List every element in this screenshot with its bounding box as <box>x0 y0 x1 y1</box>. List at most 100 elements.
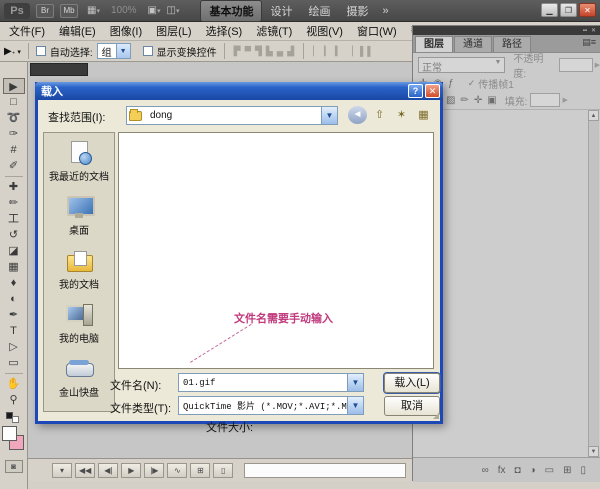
previous-frame-button[interactable]: ◀| <box>98 463 118 478</box>
collapse-panel-icon[interactable]: ▪▪ <box>583 28 587 34</box>
delete-layer-icon[interactable]: ▯ <box>580 465 586 476</box>
distribute-vertical-centers-icon[interactable]: ▎ <box>322 46 333 57</box>
workspace-overflow-chevron[interactable]: » <box>382 5 388 17</box>
animation-timeline-strip[interactable] <box>244 463 406 478</box>
close-button[interactable]: ✕ <box>579 3 596 17</box>
unify-layer-style-icon[interactable]: ƒ <box>448 78 454 89</box>
tab-layers[interactable]: 图层 <box>415 36 453 52</box>
tab-channels[interactable]: 通道 <box>454 36 492 52</box>
fill-value-box[interactable] <box>530 93 560 107</box>
load-button[interactable]: 载入(L) <box>384 373 440 393</box>
place-my-documents[interactable]: 我的文档 <box>44 241 114 295</box>
file-name-combo[interactable]: 01.gif ▼ <box>178 373 364 392</box>
distribute-bottom-edges-icon[interactable]: ▍ <box>333 46 344 57</box>
rectangle-tool[interactable]: ▭ <box>3 355 25 371</box>
close-panel-icon[interactable]: ✕ <box>591 28 596 34</box>
path-selection-tool[interactable]: ▷ <box>3 339 25 355</box>
view-extras-icon[interactable]: ▦▾ <box>87 5 100 16</box>
history-brush-tool[interactable]: ↺ <box>3 227 25 243</box>
menu-select[interactable]: 选择(S) <box>199 22 250 40</box>
scroll-down-icon[interactable]: ▼ <box>588 446 599 457</box>
align-bottom-edges-icon[interactable]: ▜ <box>253 46 264 57</box>
distribute-top-edges-icon[interactable]: ▏ <box>311 46 322 57</box>
move-tool-preset-icon[interactable]: ▶₊ ▾ <box>4 46 21 57</box>
up-one-level-icon[interactable]: ⇧ <box>370 106 389 124</box>
workspace-painting[interactable]: 绘画 <box>300 1 338 21</box>
lasso-tool[interactable]: ➰ <box>3 110 25 126</box>
layer-style-icon[interactable]: fx <box>498 465 506 476</box>
duplicate-frame-button[interactable]: ⊞ <box>190 463 210 478</box>
lock-image-pixels-icon[interactable]: ✏ <box>460 95 468 106</box>
clone-stamp-tool[interactable]: 工 <box>3 211 25 227</box>
place-desktop[interactable]: 桌面 <box>44 187 114 241</box>
workspace-essentials[interactable]: 基本功能 <box>200 0 262 22</box>
foreground-color-swatch[interactable] <box>2 426 17 441</box>
new-layer-icon[interactable]: ⊞ <box>563 465 571 476</box>
restore-button[interactable]: ❐ <box>560 3 577 17</box>
distribute-horizontal-centers-icon[interactable]: ▐ <box>355 46 365 57</box>
file-list-area[interactable] <box>118 132 434 369</box>
layers-scrollbar[interactable]: ▲ ▼ <box>588 110 599 457</box>
dialog-close-button[interactable]: ✕ <box>425 84 440 98</box>
link-layers-icon[interactable]: ∞ <box>482 465 489 476</box>
menu-image[interactable]: 图像(I) <box>103 22 149 40</box>
blur-tool[interactable]: ♦ <box>3 275 25 291</box>
lock-all-icon[interactable]: ▣ <box>487 95 496 106</box>
rectangular-marquee-tool[interactable]: □ <box>3 94 25 110</box>
cancel-button[interactable]: 取消 <box>384 396 440 416</box>
dodge-tool[interactable]: ◐ <box>3 291 25 307</box>
menu-edit[interactable]: 编辑(E) <box>52 22 103 40</box>
animation-menu-button[interactable]: ▾ <box>52 463 72 478</box>
fill-slider-arrow-icon[interactable]: ▶ <box>562 96 567 104</box>
help-button[interactable]: ? <box>408 84 423 98</box>
back-icon[interactable]: ◄ <box>348 106 367 124</box>
workspace-photography[interactable]: 摄影 <box>338 1 376 21</box>
brush-tool[interactable]: ✏ <box>3 195 25 211</box>
arrange-documents-icon[interactable]: ▣▾ <box>148 5 161 16</box>
panel-menu-icon[interactable]: ▤≡ <box>582 37 596 48</box>
menu-window[interactable]: 窗口(W) <box>350 22 404 40</box>
eyedropper-tool[interactable]: ✐ <box>3 158 25 174</box>
chevron-down-icon[interactable]: ▼ <box>347 397 363 414</box>
file-type-dropdown[interactable]: QuickTime 影片 (*.MOV;*.AVI;*.MPG;*.M ▼ <box>178 396 364 415</box>
place-my-computer[interactable]: 我的电脑 <box>44 295 114 349</box>
show-transform-controls-checkbox[interactable] <box>143 46 153 56</box>
spot-healing-brush-tool[interactable]: ✚ <box>3 179 25 195</box>
create-new-folder-icon[interactable]: ✶ <box>392 106 411 124</box>
crop-tool[interactable]: # <box>3 142 25 158</box>
eraser-tool[interactable]: ◪ <box>3 243 25 259</box>
dialog-title-bar[interactable]: 载入 ? ✕ <box>35 82 443 100</box>
menu-view[interactable]: 视图(V) <box>299 22 350 40</box>
lock-position-icon[interactable]: ✛ <box>474 95 482 106</box>
next-frame-button[interactable]: |▶ <box>144 463 164 478</box>
minimize-button[interactable]: ▁ <box>541 3 558 17</box>
horizontal-type-tool[interactable]: T <box>3 323 25 339</box>
play-button[interactable]: ▶ <box>121 463 141 478</box>
auto-select-target-dropdown[interactable]: 组 ▼ <box>97 43 131 59</box>
align-horizontal-centers-icon[interactable]: ▄ <box>275 46 285 57</box>
place-recent-documents[interactable]: 我最近的文档 <box>44 133 114 187</box>
look-in-dropdown[interactable]: dong ▼ <box>126 106 338 125</box>
opacity-slider-arrow-icon[interactable]: ▶ <box>595 61 600 69</box>
menu-layer[interactable]: 图层(L) <box>149 22 198 40</box>
view-menu-icon[interactable]: ▦ <box>414 106 433 124</box>
new-group-icon[interactable]: ▭ <box>545 465 554 476</box>
quick-selection-tool[interactable]: ✑ <box>3 126 25 142</box>
align-top-edges-icon[interactable]: ▛ <box>232 46 243 57</box>
launch-mini-bridge-button[interactable]: Mb <box>60 4 78 18</box>
document-tab[interactable] <box>30 63 88 76</box>
menu-file[interactable]: 文件(F) <box>2 22 52 40</box>
chevron-down-icon[interactable]: ▼ <box>321 107 337 124</box>
propagate-frame-checkbox[interactable]: ✓ <box>468 78 476 89</box>
screen-mode-icon[interactable]: ◫▾ <box>167 5 180 16</box>
launch-bridge-button[interactable]: Br <box>36 4 54 18</box>
chevron-down-icon[interactable]: ▼ <box>347 374 363 391</box>
distribute-left-edges-icon[interactable]: ▕ <box>344 46 355 57</box>
opacity-value-box[interactable] <box>559 58 593 72</box>
align-left-edges-icon[interactable]: ▙ <box>264 46 275 57</box>
align-right-edges-icon[interactable]: ▟ <box>285 46 296 57</box>
pen-tool[interactable]: ✒ <box>3 307 25 323</box>
adjustment-layer-icon[interactable]: ◑ <box>530 465 536 476</box>
scroll-up-icon[interactable]: ▲ <box>588 110 599 121</box>
quick-mask-mode-button[interactable]: ◙ <box>5 460 23 473</box>
